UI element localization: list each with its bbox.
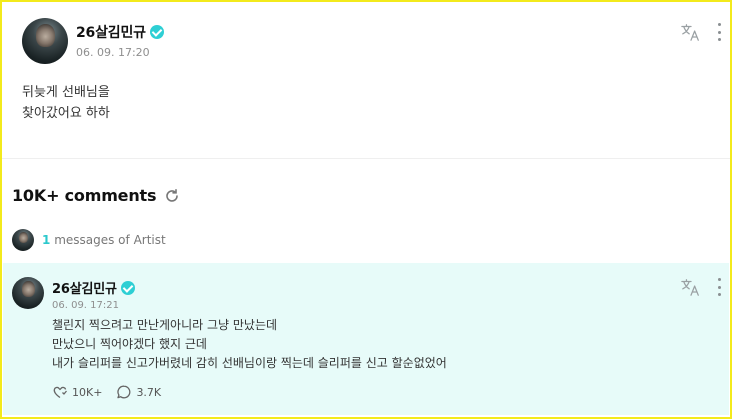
more-options-icon[interactable] [718, 23, 722, 41]
reply-icon [117, 385, 131, 399]
post-body-line: 뒤늦게 선배님을 [22, 85, 110, 100]
post-body-line: 찾아갔어요 하하 [22, 106, 110, 121]
translate-icon[interactable] [680, 22, 702, 42]
reply-button[interactable]: 3.7K [116, 384, 161, 400]
verified-badge-icon [149, 25, 164, 39]
artist-messages-label: 1 messages of Artist [42, 233, 166, 247]
post-toolbar [680, 22, 722, 42]
comment-author-row: 26살김민규 [52, 278, 135, 297]
post-date: 06. 09. 17:20 [76, 46, 150, 59]
like-count: 10K+ [72, 385, 103, 399]
artist-avatar [12, 229, 34, 251]
author-name-row: 26살김민규 [76, 22, 164, 42]
artist-messages-text: messages of Artist [54, 233, 166, 247]
more-options-icon[interactable] [718, 278, 722, 296]
verified-badge-icon [120, 280, 135, 295]
comments-header: 10K+ comments [12, 186, 180, 205]
reply-count: 3.7K [136, 385, 162, 399]
comment-date: 06. 09. 17:21 [52, 300, 119, 311]
comment-line: 챌린지 찍으려고 만난게아니라 그냥 만났는데 [52, 318, 278, 332]
post-meta: 26살김민규 06. 09. 17:20 [76, 22, 164, 59]
author-name[interactable]: 26살김민규 [76, 22, 146, 42]
comment-header: 26살김민규 06. 09. 17:21 [12, 277, 135, 311]
comment-body: 챌린지 찍으려고 만난게아니라 그냥 만났는데 만났으니 찍어야겠다 했지 근데… [52, 316, 447, 373]
comment-line: 내가 슬리퍼를 신고가버렸네 감히 선배님이랑 찍는데 슬리퍼를 신고 할순없었… [52, 356, 447, 370]
comment-meta: 26살김민규 06. 09. 17:21 [52, 278, 135, 311]
like-button[interactable]: 10K+ [52, 384, 102, 400]
comment-toolbar [680, 277, 722, 297]
artist-comment-card: 26살김민규 06. 09. 17:21 챌린지 찍으려고 만난게아니라 그냥 … [3, 263, 729, 415]
comment-author-name[interactable]: 26살김민규 [52, 278, 117, 297]
comment-line: 만났으니 찍어야겠다 했지 근데 [52, 337, 207, 351]
artist-messages-count: 1 [42, 233, 51, 247]
refresh-icon[interactable] [164, 188, 180, 204]
comments-count: 10K+ comments [12, 186, 157, 205]
artist-messages-filter[interactable]: 1 messages of Artist [12, 229, 166, 251]
post-header: 26살김민규 06. 09. 17:20 [22, 18, 164, 64]
translate-icon[interactable] [680, 277, 702, 297]
section-divider [2, 158, 730, 159]
like-icon [53, 386, 67, 399]
author-avatar[interactable] [22, 18, 68, 64]
comment-actions: 10K+ 3.7K [52, 384, 161, 400]
comment-author-avatar[interactable] [12, 277, 44, 309]
post-body: 뒤늦게 선배님을 찾아갔어요 하하 [22, 82, 110, 124]
